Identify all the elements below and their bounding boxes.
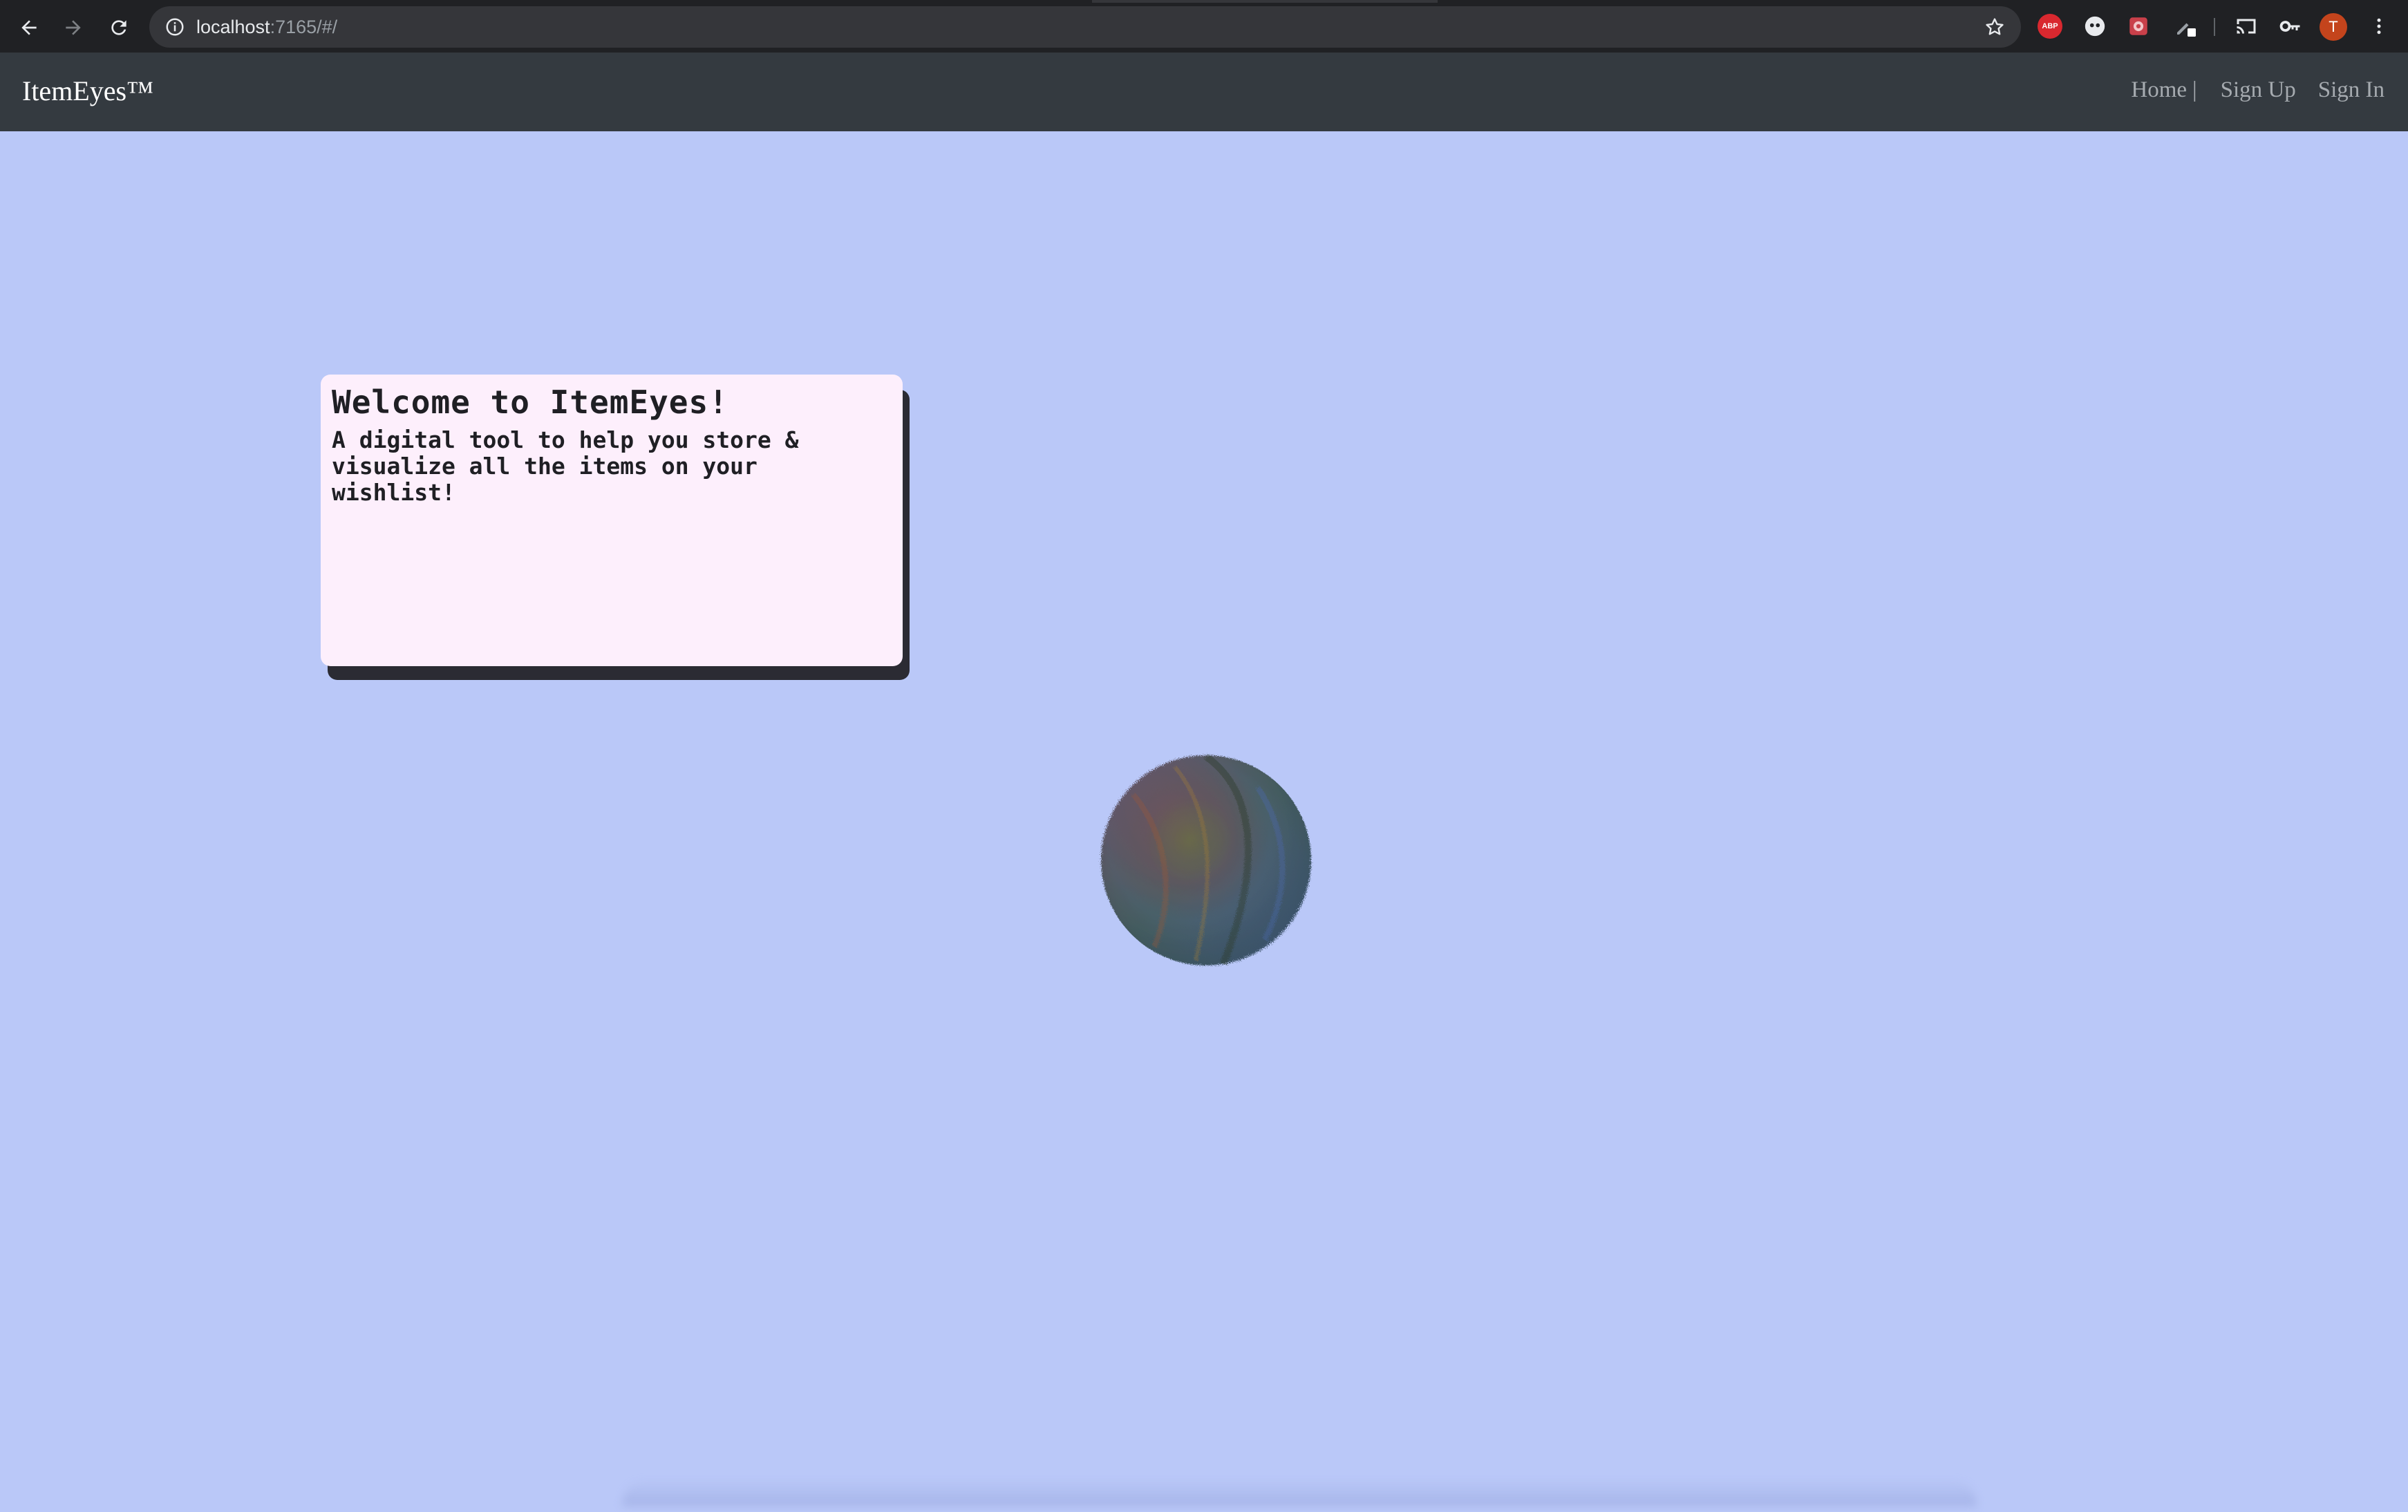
key-icon [2279, 21, 2300, 32]
active-tab-indicator [1092, 0, 1438, 3]
browser-menu-button[interactable] [2367, 14, 2391, 39]
passwords-button[interactable] [2278, 14, 2303, 39]
welcome-description: A digital tool to help you store & visua… [332, 426, 799, 506]
brand-logo[interactable]: ItemEyes™ [22, 75, 153, 107]
abp-label: ABP [2042, 22, 2058, 30]
fuzzy-sphere-visual[interactable] [1092, 746, 1320, 974]
bookmark-star-icon[interactable] [1984, 16, 2006, 38]
forward-button[interactable] [58, 12, 88, 43]
back-button[interactable] [14, 12, 44, 43]
cast-button[interactable] [2234, 14, 2259, 39]
pencil-icon [2177, 23, 2196, 37]
browser-toolbar: localhost:7165/#/ ABP T [0, 0, 2408, 53]
info-icon[interactable] [164, 17, 185, 37]
abp-icon[interactable]: ABP [2038, 14, 2062, 39]
nav-home-link[interactable]: Home [2131, 77, 2187, 103]
sphere-graphic [1101, 753, 1311, 965]
cast-icon [2237, 19, 2256, 34]
ghost-icon [2085, 16, 2105, 37]
kebab-menu-icon [2377, 18, 2381, 35]
arrow-right-icon [66, 20, 81, 35]
profile-avatar[interactable]: T [2320, 13, 2347, 41]
pen-icon[interactable] [2173, 14, 2198, 39]
nav-sign-in-link[interactable]: Sign In [2318, 77, 2385, 103]
app-navbar: ItemEyes™ Home | Sign Up Sign In [0, 53, 2408, 131]
welcome-title: Welcome to ItemEyes! [332, 384, 728, 421]
puzzle-extension-icon[interactable] [2126, 14, 2151, 39]
reload-button[interactable] [104, 12, 134, 43]
welcome-card: Welcome to ItemEyes! A digital tool to h… [321, 375, 903, 666]
nav-links: Home | Sign Up Sign In [2131, 77, 2385, 103]
toolbar-divider [2214, 18, 2215, 36]
extension-icon [2129, 17, 2147, 35]
nav-sign-up-link[interactable]: Sign Up [2221, 77, 2296, 103]
address-bar[interactable]: localhost:7165/#/ [149, 6, 2021, 48]
url-host: localhost [196, 17, 270, 37]
bottom-shadow-band [622, 1479, 1977, 1506]
avatar-initial: T [2329, 18, 2338, 35]
url-path: :7165/#/ [270, 17, 338, 37]
reload-icon [111, 20, 126, 35]
nav-separator: | [2192, 77, 2197, 102]
ghostery-icon[interactable] [2082, 14, 2107, 39]
url-text[interactable]: localhost:7165/#/ [196, 15, 337, 39]
arrow-left-icon [21, 20, 37, 35]
